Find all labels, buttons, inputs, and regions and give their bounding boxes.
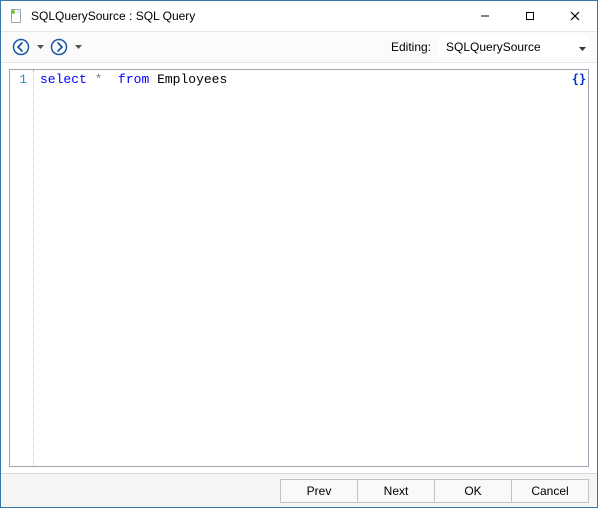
nav-forward-history-dropdown[interactable] — [73, 45, 83, 49]
sql-query-editor-window: SQLQuerySource : SQL Query — [0, 0, 598, 508]
document-icon — [9, 8, 25, 24]
close-button[interactable] — [552, 2, 597, 31]
next-button[interactable]: Next — [357, 479, 435, 503]
code-line: select * from Employees — [40, 72, 588, 88]
toolbar: Editing: SQLQuerySource — [1, 32, 597, 63]
braces-icon[interactable]: {} — [572, 72, 586, 86]
line-number-gutter: 1 — [10, 70, 34, 466]
titlebar: SQLQuerySource : SQL Query — [1, 1, 597, 32]
prev-button[interactable]: Prev — [280, 479, 358, 503]
code-area[interactable]: {} select * from Employees — [34, 70, 588, 466]
ok-button[interactable]: OK — [434, 479, 512, 503]
maximize-button[interactable] — [507, 2, 552, 31]
nav-forward-button[interactable] — [47, 35, 71, 59]
line-number: 1 — [10, 72, 31, 88]
nav-back-history-dropdown[interactable] — [35, 45, 45, 49]
sql-editor[interactable]: 1 {} select * from Employees — [9, 69, 589, 467]
dialog-button-bar: Prev Next OK Cancel — [1, 473, 597, 507]
editing-target-combo[interactable]: SQLQuerySource — [439, 36, 589, 58]
nav-back-button[interactable] — [9, 35, 33, 59]
chevron-down-icon — [579, 40, 586, 54]
window-title: SQLQuerySource : SQL Query — [31, 9, 195, 23]
editing-target-value: SQLQuerySource — [446, 40, 541, 54]
cancel-button[interactable]: Cancel — [511, 479, 589, 503]
editor-container: 1 {} select * from Employees — [1, 63, 597, 473]
minimize-button[interactable] — [462, 2, 507, 31]
editing-label: Editing: — [391, 40, 431, 54]
